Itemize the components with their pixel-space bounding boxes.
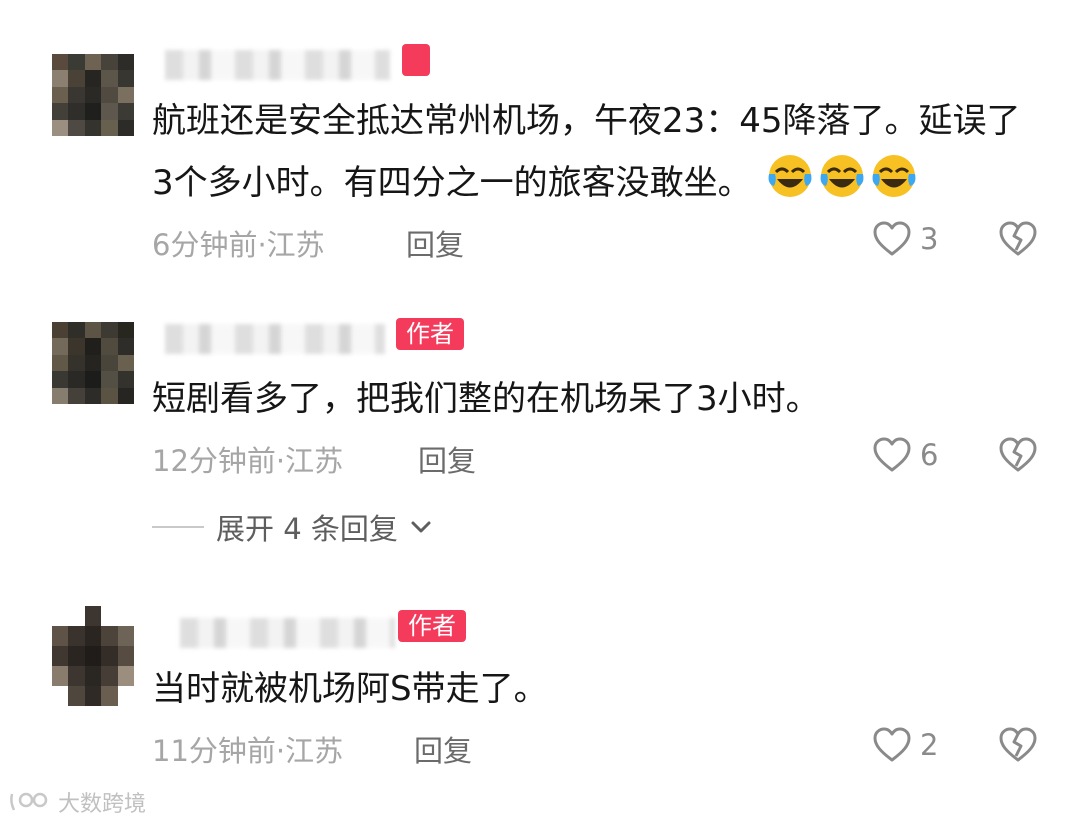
broken-heart-icon (999, 221, 1037, 256)
author-tag: 作者 (396, 318, 464, 350)
comment-text: 当时就被机场阿S带走了。 (152, 669, 548, 709)
face-with-tears-of-joy-icon (818, 152, 866, 220)
heart-outline-icon (873, 221, 911, 256)
watermark: 大数跨境 (8, 786, 146, 818)
username-blurred[interactable] (165, 324, 385, 354)
like-count: 6 (920, 438, 939, 472)
expand-replies-label: 展开 4 条回复 (216, 512, 398, 546)
username-blurred[interactable] (180, 618, 395, 648)
avatar[interactable] (52, 322, 134, 404)
watermark-text: 大数跨境 (58, 792, 147, 817)
comment-text: 短剧看多了，把我们整的在机场呆了3小时。 (152, 379, 820, 419)
broken-heart-icon (999, 727, 1037, 762)
reply-button[interactable]: 回复 (414, 728, 472, 770)
dislike-button[interactable] (998, 436, 1038, 478)
emoji-group (752, 155, 919, 203)
chevron-down-icon (411, 521, 431, 533)
heart-outline-icon (873, 727, 911, 762)
dislike-button[interactable] (998, 220, 1038, 262)
reply-button[interactable]: 回复 (406, 222, 464, 264)
heart-outline-icon (873, 437, 911, 472)
comment-text: 航班还是安全抵达常州机场，午夜23：45降落了。延误了3个多小时。有四分之一的旅… (152, 90, 1042, 220)
expand-replies-button[interactable]: 展开 4 条回复 (152, 506, 432, 548)
author-tag: 作者 (402, 44, 430, 76)
comment-timestamp-location: 12分钟前·江苏 (152, 444, 344, 478)
author-tag: 作者 (398, 610, 466, 642)
divider-line (152, 526, 204, 528)
like-button[interactable]: 2 (872, 726, 938, 764)
watermark-logo-icon (10, 792, 48, 811)
like-button[interactable]: 6 (872, 436, 938, 474)
face-with-tears-of-joy-icon (870, 152, 918, 220)
dislike-button[interactable] (998, 726, 1038, 768)
face-with-tears-of-joy-icon (766, 152, 814, 220)
comment-timestamp-location: 6分钟前·江苏 (152, 228, 325, 262)
avatar[interactable] (52, 54, 134, 136)
like-button[interactable]: 3 (872, 220, 938, 258)
reply-button[interactable]: 回复 (418, 438, 476, 480)
like-count: 3 (920, 222, 939, 256)
broken-heart-icon (999, 437, 1037, 472)
comment-timestamp-location: 11分钟前·江苏 (152, 734, 344, 768)
username-blurred[interactable] (165, 50, 390, 80)
avatar[interactable] (52, 606, 134, 706)
like-count: 2 (920, 728, 939, 762)
